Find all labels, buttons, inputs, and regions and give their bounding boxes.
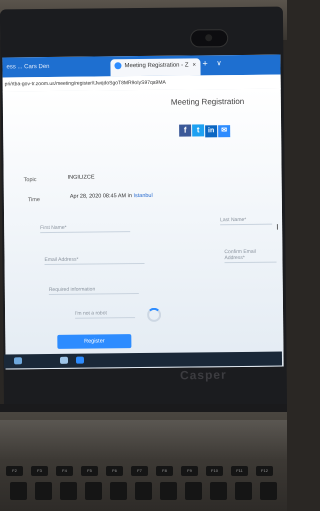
key-f10[interactable]: F10 — [206, 466, 223, 476]
registration-page: Meeting Registration f t in ✉ Topic INGILIZ… — [2, 88, 284, 370]
share-buttons: f t in ✉ — [179, 119, 231, 138]
laptop-brand-logo: Casper — [179, 367, 227, 383]
key-f7[interactable]: F7 — [131, 466, 148, 476]
captcha-checkbox[interactable]: I'm not a robot — [75, 310, 136, 319]
glare — [0, 420, 287, 460]
linkedin-share-icon[interactable]: in — [205, 125, 218, 138]
confirm-email-field[interactable]: Confirm Email Address* — [224, 248, 277, 264]
email-field[interactable]: Email Address* — [44, 255, 145, 266]
register-button[interactable]: Register — [57, 334, 132, 349]
email-share-icon[interactable]: ✉ — [218, 125, 231, 138]
tab-1-label: ess ... Cars Den — [6, 63, 50, 71]
text-cursor-icon: I — [276, 222, 279, 232]
keyboard-key[interactable] — [185, 482, 202, 500]
keyboard-key[interactable] — [235, 482, 252, 500]
laptop-screen: ess ... Cars Den Meeting Registration - … — [2, 54, 284, 370]
new-tab-button[interactable]: + — [202, 58, 207, 68]
key-f4[interactable]: F4 — [56, 466, 73, 476]
loading-spinner-icon — [147, 307, 162, 322]
page-title: Meeting Registration — [170, 96, 245, 107]
webcam-icon — [190, 29, 229, 48]
keyboard-key[interactable] — [260, 482, 277, 500]
time-text: Apr 28, 2020 08:45 AM in — [69, 193, 134, 200]
webcam-lens — [205, 34, 213, 42]
keyboard-key[interactable] — [35, 482, 52, 500]
time-value: Apr 28, 2020 08:45 AM in Istanbul — [70, 193, 153, 200]
keyboard-key[interactable] — [210, 482, 227, 500]
twitter-share-icon[interactable]: t — [192, 124, 205, 137]
browser-tab-active[interactable]: Meeting Registration - Z × — [110, 58, 201, 77]
key-f9[interactable]: F9 — [181, 466, 198, 476]
keyboard-key[interactable] — [10, 482, 27, 500]
topic-value: INGILIZCE — [67, 174, 95, 181]
file-explorer-icon[interactable] — [59, 356, 69, 364]
keyboard-key[interactable] — [160, 482, 177, 500]
tab-2-label: Meeting Registration - Z — [124, 62, 189, 70]
tab-menu-chevron-icon[interactable]: ∨ — [216, 59, 221, 67]
key-f6[interactable]: F6 — [106, 466, 123, 476]
keyboard-key[interactable] — [110, 482, 127, 500]
key-f12[interactable]: F12 — [256, 466, 273, 476]
keyboard-key[interactable] — [135, 482, 152, 500]
first-name-field[interactable]: First Name* — [40, 224, 131, 234]
keyboard-key[interactable] — [85, 482, 102, 500]
key-f8[interactable]: F8 — [156, 466, 173, 476]
extra-field[interactable]: Required information — [48, 286, 139, 295]
zoom-favicon-icon — [114, 62, 122, 70]
taskbar — [3, 351, 283, 369]
browser-tab-1[interactable]: ess ... Cars Den — [2, 60, 62, 78]
last-name-field[interactable]: Last Name* — [220, 216, 273, 226]
windows-start-icon[interactable] — [13, 357, 23, 365]
topic-label: Topic — [23, 177, 37, 184]
photo-scene: ess ... Cars Den Meeting Registration - … — [0, 0, 287, 511]
key-f5[interactable]: F5 — [81, 466, 98, 476]
key-f3[interactable]: F3 — [31, 466, 48, 476]
facebook-share-icon[interactable]: f — [179, 124, 192, 137]
browser-taskbar-icon[interactable] — [75, 356, 85, 364]
time-label: Time — [27, 197, 40, 204]
key-f2[interactable]: F2 — [6, 466, 23, 476]
key-f11[interactable]: F11 — [231, 466, 248, 476]
keyboard-key[interactable] — [60, 482, 77, 500]
close-tab-icon[interactable]: × — [192, 62, 196, 68]
timezone-link[interactable]: Istanbul — [133, 193, 152, 199]
